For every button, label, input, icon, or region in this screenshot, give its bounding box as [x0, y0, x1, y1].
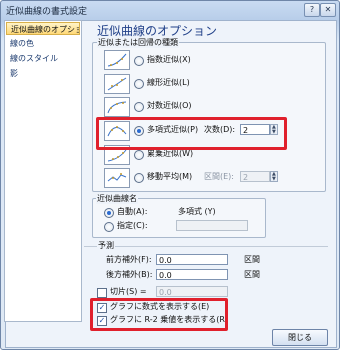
window-title: 近似曲線の書式設定 [6, 7, 88, 17]
linear-label: 線形近似(L) [147, 78, 190, 87]
intercept-label: 切片(S) = [110, 287, 147, 296]
moving-average-radio[interactable] [134, 173, 144, 183]
name-custom-input[interactable] [176, 220, 248, 231]
intercept-input[interactable]: 0.0 [156, 286, 228, 297]
trendline-name-group-label: 近似曲線名 [96, 193, 138, 204]
forward-input[interactable]: 0.0 [156, 254, 228, 265]
backward-input[interactable]: 0.0 [156, 269, 228, 280]
intercept-checkbox[interactable] [97, 288, 107, 298]
backward-unit: 区間 [244, 270, 260, 279]
period-label: 区間(E): [204, 172, 234, 181]
forecast-label: 予測 [97, 241, 115, 251]
display-options-highlight [90, 298, 228, 331]
backward-label: 後方補外(B): [106, 270, 153, 279]
period-stepper[interactable]: ▲ ▼ [270, 171, 278, 182]
name-auto-value: 多項式 (Y) [178, 207, 216, 216]
close-button[interactable]: 閉じる [272, 329, 328, 346]
close-window-button[interactable]: ✕ [320, 3, 336, 17]
period-input[interactable]: 2 [240, 171, 270, 182]
linear-icon [104, 74, 130, 94]
exponential-label: 指数近似(X) [147, 55, 191, 64]
power-label: 累乗近似(W) [147, 149, 194, 158]
power-radio[interactable] [134, 150, 144, 160]
logarithmic-label: 対数近似(O) [147, 101, 192, 110]
sidebar: 近似曲線のオプション 線の色 線のスタイル 影 [4, 20, 82, 322]
name-custom-radio[interactable] [104, 222, 114, 232]
linear-radio[interactable] [134, 79, 144, 89]
sidebar-item-trendline-options[interactable]: 近似曲線のオプション [6, 22, 80, 35]
forecast-separator [84, 246, 328, 247]
name-custom-label: 指定(C): [117, 221, 148, 230]
help-button[interactable]: ? [304, 3, 320, 17]
sidebar-item-line-style[interactable]: 線のスタイル [6, 52, 80, 65]
name-auto-radio[interactable] [104, 208, 114, 218]
polynomial-highlight [96, 117, 287, 150]
logarithmic-icon [104, 97, 130, 117]
exponential-radio[interactable] [134, 56, 144, 66]
title-bar[interactable]: 近似曲線の書式設定 ? ✕ [1, 1, 339, 19]
forward-label: 前方補外(F): [106, 255, 152, 264]
forward-unit: 区間 [244, 255, 260, 264]
trendline-name-group [92, 198, 266, 238]
sidebar-item-line-color[interactable]: 線の色 [6, 37, 80, 50]
trend-type-group-label: 近似または回帰の種類 [97, 37, 179, 48]
logarithmic-radio[interactable] [134, 102, 144, 112]
name-auto-label: 自動(A): [117, 207, 148, 216]
help-icon: ? [309, 5, 315, 14]
close-icon: ✕ [324, 5, 332, 14]
exponential-icon [104, 50, 130, 70]
moving-average-label: 移動平均(M) [147, 172, 193, 181]
moving-average-icon [104, 168, 130, 188]
sidebar-item-shadow[interactable]: 影 [6, 67, 80, 80]
